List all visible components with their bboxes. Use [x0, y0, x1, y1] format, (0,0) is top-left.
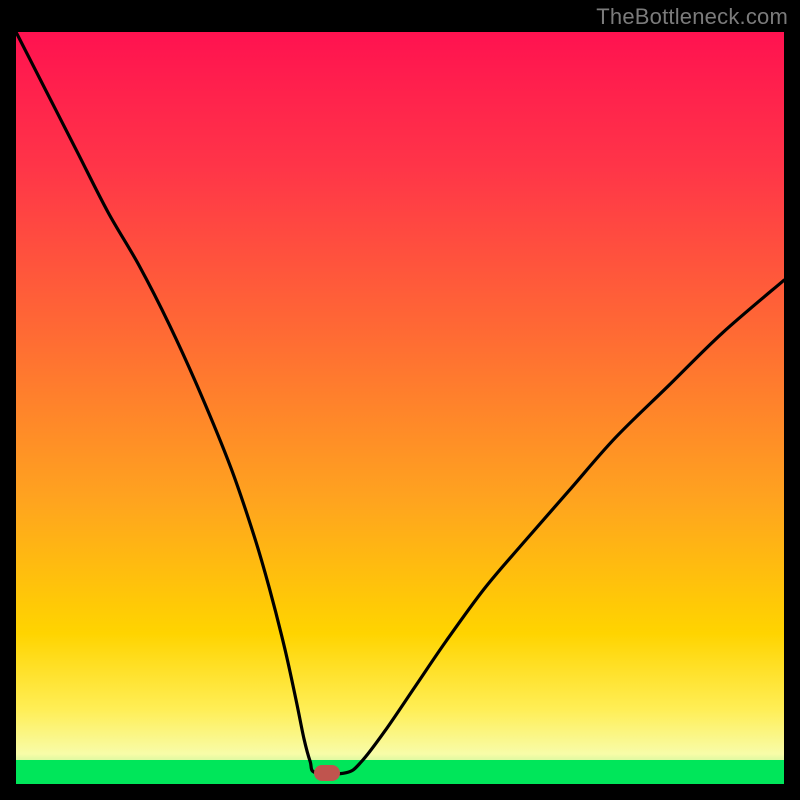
plot-area: [16, 32, 784, 784]
watermark-text: TheBottleneck.com: [596, 4, 788, 30]
optimal-marker: [314, 765, 340, 781]
chart-frame: TheBottleneck.com: [0, 0, 800, 800]
curve-path: [16, 32, 784, 774]
bottleneck-curve: [16, 32, 784, 784]
